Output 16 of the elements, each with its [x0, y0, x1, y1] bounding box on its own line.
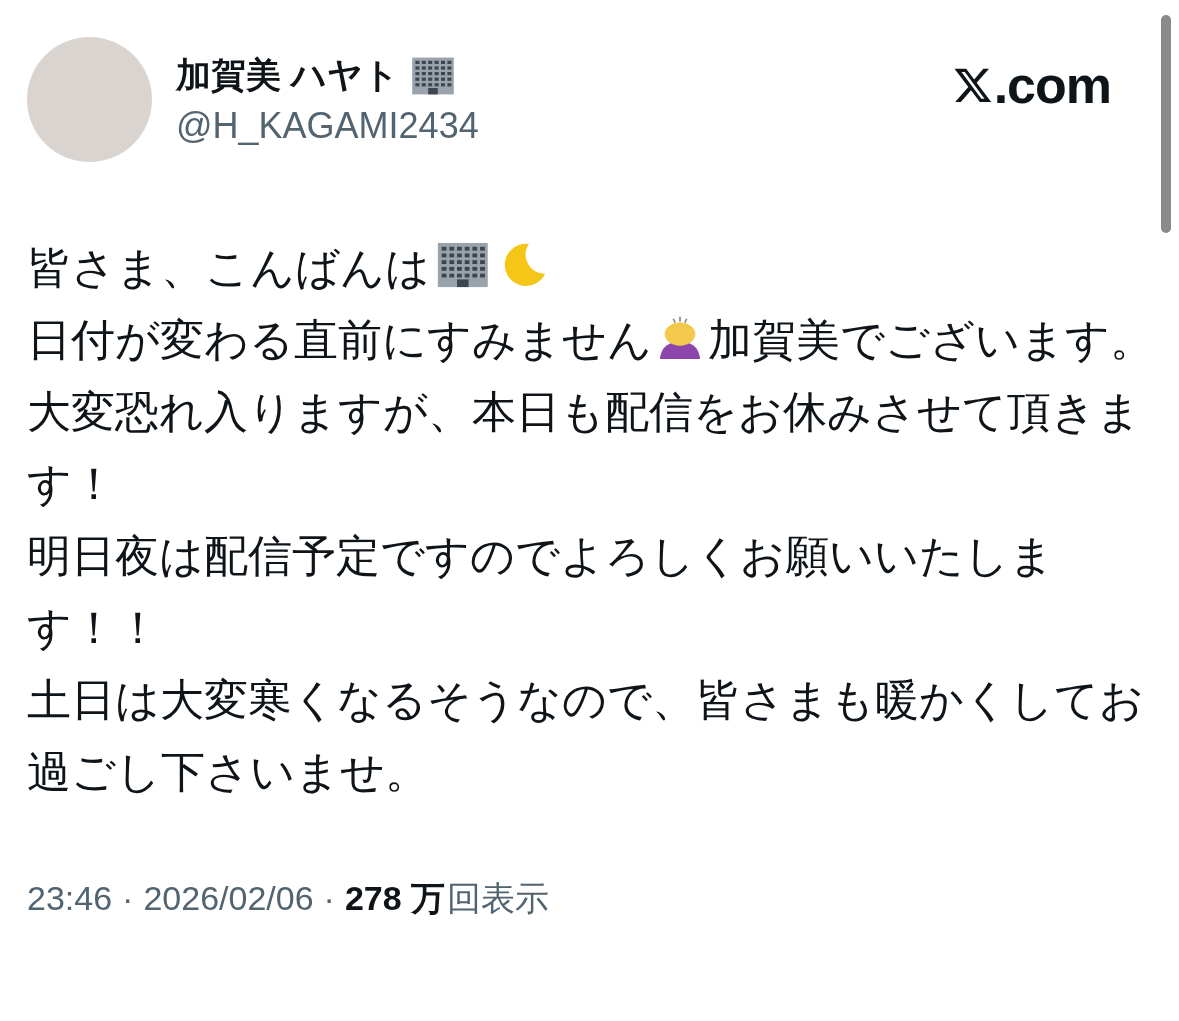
tweet-text: 明日夜は配信予定ですのでよろしくお願いいたします！！ [27, 531, 1054, 652]
tweet-text: 皆さま、こんばんは [27, 243, 430, 292]
user-handle[interactable]: @H_KAGAMI2434 [176, 105, 928, 147]
tweet-text: 日付が変わる直前にすみません [27, 315, 652, 364]
scrollbar[interactable] [1161, 15, 1171, 233]
post-time[interactable]: 23:46 [27, 879, 113, 918]
post-date[interactable]: 2026/02/06 [143, 879, 314, 918]
tweet-text: 大変恐れ入りますが、本日も配信をお休みさせて頂きます！ [27, 387, 1141, 508]
tweet-text: 加賀美でございます。 [708, 315, 1154, 364]
view-count: 278 万 [344, 878, 446, 919]
display-name[interactable]: 加賀美 ハヤト [176, 52, 399, 99]
separator-dot: · [122, 879, 134, 918]
domain-text: .com [993, 55, 1111, 115]
views-label: 回表示 [447, 878, 550, 919]
separator-dot: · [323, 879, 335, 918]
tweet-text: 土日は大変寒くなるそうなので、皆さまも暖かくしてお過ごし下さいませ。 [27, 675, 1144, 796]
